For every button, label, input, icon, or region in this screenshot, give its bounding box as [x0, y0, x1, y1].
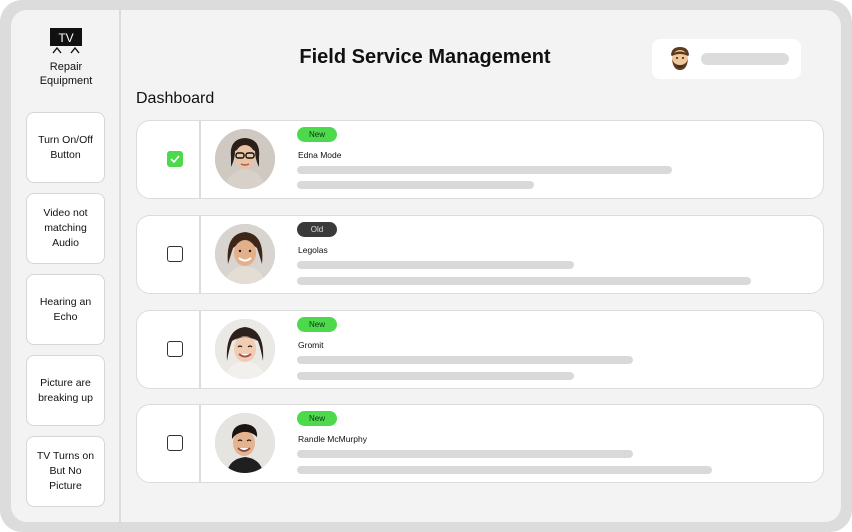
person-name: Edna Mode — [298, 150, 342, 160]
sidebar-item-label: Video not matching Audio — [43, 207, 88, 249]
detail-placeholder-bar — [297, 261, 574, 269]
record-checkbox[interactable] — [167, 246, 183, 262]
user-name-placeholder — [701, 53, 789, 65]
record-card[interactable]: New Gromit — [136, 310, 824, 389]
person-avatar — [215, 319, 275, 379]
card-divider — [199, 216, 201, 293]
record-checkbox[interactable] — [167, 341, 183, 357]
person-avatar — [215, 413, 275, 473]
tv-icon: TV — [50, 28, 82, 54]
record-checkbox[interactable] — [167, 435, 183, 451]
sidebar: TV Repair Equipment Turn On/Off Button V… — [11, 10, 121, 522]
logo-label-line1: Repair — [49, 61, 83, 73]
app-screen: TV Repair Equipment Turn On/Off Button V… — [11, 10, 841, 522]
sidebar-item-no-picture[interactable]: TV Turns on But No Picture — [26, 436, 105, 507]
card-divider — [199, 311, 201, 388]
sidebar-item-label: TV Turns on But No Picture — [36, 450, 95, 492]
person-name: Gromit — [298, 340, 324, 350]
check-icon — [170, 155, 180, 164]
person-avatar — [215, 129, 275, 189]
status-badge: New — [297, 411, 337, 426]
sidebar-item-label: Hearing an Echo — [39, 295, 92, 323]
logo-label-line2: Equipment — [39, 75, 93, 87]
detail-placeholder-bar — [297, 466, 712, 474]
sidebar-item-picture-breaking[interactable]: Picture are breaking up — [26, 355, 105, 426]
detail-placeholder-bar — [297, 166, 672, 174]
person-name: Legolas — [298, 245, 328, 255]
card-divider — [199, 405, 201, 482]
device-frame: TV Repair Equipment Turn On/Off Button V… — [0, 0, 852, 532]
app-logo: TV Repair Equipment — [11, 28, 121, 88]
status-badge: New — [297, 127, 337, 142]
section-title: Dashboard — [136, 90, 215, 107]
status-badge: Old — [297, 222, 337, 237]
record-card[interactable]: Old Legolas — [136, 215, 824, 294]
sidebar-item-label: Turn On/Off Button — [38, 133, 93, 161]
detail-placeholder-bar — [297, 356, 633, 364]
detail-placeholder-bar — [297, 450, 633, 458]
sidebar-item-echo[interactable]: Hearing an Echo — [26, 274, 105, 345]
sidebar-item-label: Picture are breaking up — [38, 376, 93, 404]
user-avatar-icon — [665, 44, 695, 74]
logo-label: Repair Equipment — [11, 60, 121, 88]
page-title: Field Service Management — [299, 46, 551, 68]
card-divider — [199, 121, 201, 198]
detail-placeholder-bar — [297, 277, 751, 285]
sidebar-item-turn-on-off[interactable]: Turn On/Off Button — [26, 112, 105, 183]
status-badge: New — [297, 317, 337, 332]
person-avatar — [215, 224, 275, 284]
detail-placeholder-bar — [297, 181, 534, 189]
person-name: Randle McMurphy — [298, 434, 367, 444]
detail-placeholder-bar — [297, 372, 574, 380]
record-card[interactable]: New Edna Mode — [136, 120, 824, 199]
svg-text:TV: TV — [58, 31, 73, 45]
user-profile-chip[interactable] — [652, 39, 801, 79]
sidebar-item-video-audio[interactable]: Video not matching Audio — [26, 193, 105, 264]
record-card[interactable]: New Randle McMurphy — [136, 404, 824, 483]
record-checkbox[interactable] — [167, 151, 183, 167]
